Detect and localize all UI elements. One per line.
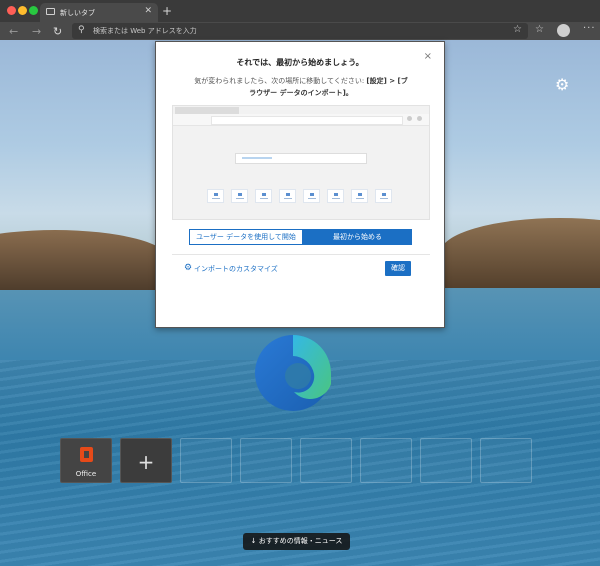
background-hill-right: [440, 218, 600, 288]
search-icon: ⚲: [78, 25, 85, 35]
preview-address-bar: [211, 116, 403, 125]
back-button[interactable]: ←: [9, 25, 18, 38]
browser-preview-illustration: [172, 105, 430, 220]
edge-logo-icon: [255, 335, 331, 411]
tab-close-icon[interactable]: ✕: [144, 6, 152, 16]
preview-dot: [407, 116, 412, 121]
preview-tile: [207, 189, 224, 203]
dialog-description: 気が変わられましたら、次の場所に移動してください: [設定] > [ブラウザー …: [192, 75, 410, 99]
preview-tile: [351, 189, 368, 203]
preview-tile: [303, 189, 320, 203]
gear-icon: ⚙: [184, 263, 193, 273]
dialog-divider: [172, 254, 430, 255]
confirm-button[interactable]: 確認: [385, 261, 411, 276]
preview-tab: [175, 107, 239, 114]
address-placeholder: 検索または Web アドレスを入力: [93, 27, 197, 35]
preview-tile: [231, 189, 248, 203]
menu-dots-icon[interactable]: ···: [583, 23, 596, 34]
title-bar: 新しいタブ ✕ +: [0, 0, 600, 22]
close-window-button[interactable]: [7, 6, 16, 15]
new-tab-button[interactable]: +: [162, 4, 172, 18]
quick-link-placeholder: [300, 438, 352, 483]
dialog-description-text: 気が変わられましたら、次の場所に移動してください:: [194, 77, 367, 85]
preview-tiles: [207, 189, 397, 203]
preview-tile: [279, 189, 296, 203]
tab-label: 新しいタブ: [60, 9, 95, 17]
preview-tile: [327, 189, 344, 203]
quick-link-label: Office: [75, 470, 97, 478]
import-dialog: × それでは、最初から始めましょう。 気が変わられましたら、次の場所に移動してく…: [155, 41, 445, 328]
quick-link-placeholder: [240, 438, 292, 483]
dialog-title: それでは、最初から始めましょう。: [236, 58, 364, 67]
start-option-toggle: ユーザー データを使用して開始 最初から始める: [189, 229, 412, 245]
preview-tile: [255, 189, 272, 203]
background-hill-left: [0, 230, 170, 290]
customize-import-link[interactable]: ⚙ インポートのカスタマイズ: [184, 263, 278, 274]
forward-button[interactable]: →: [32, 25, 41, 38]
preview-search-box: [235, 153, 367, 164]
new-tab-page-icon: [46, 8, 55, 15]
quick-link-office[interactable]: Office: [60, 438, 112, 483]
option-start-fresh[interactable]: 最初から始める: [302, 230, 412, 244]
preview-dot: [417, 116, 422, 121]
quick-link-placeholder: [180, 438, 232, 483]
option-use-user-data[interactable]: ユーザー データを使用して開始: [190, 230, 302, 244]
customize-import-label: インポートのカスタマイズ: [194, 265, 278, 273]
zoom-window-button[interactable]: [29, 6, 38, 15]
tab-new-tab[interactable]: 新しいタブ ✕: [40, 3, 158, 22]
news-feed-button[interactable]: ↓ おすすめの情報・ニュース: [243, 533, 350, 550]
profile-avatar[interactable]: [557, 24, 570, 37]
address-bar[interactable]: ⚲ 検索または Web アドレスを入力 ☆: [72, 23, 528, 39]
quick-link-placeholder: [480, 438, 532, 483]
quick-link-placeholder: [420, 438, 472, 483]
plus-icon: +: [137, 450, 155, 474]
office-logo-icon: [80, 447, 93, 462]
favorites-icon[interactable]: ☆: [535, 24, 544, 35]
add-quick-link-button[interactable]: +: [120, 438, 172, 483]
minimize-window-button[interactable]: [18, 6, 27, 15]
quick-link-placeholder: [360, 438, 412, 483]
settings-gear-icon[interactable]: ⚙: [555, 75, 569, 94]
preview-tile: [375, 189, 392, 203]
refresh-button[interactable]: ↻: [53, 25, 62, 38]
favorite-star-icon[interactable]: ☆: [513, 24, 522, 35]
